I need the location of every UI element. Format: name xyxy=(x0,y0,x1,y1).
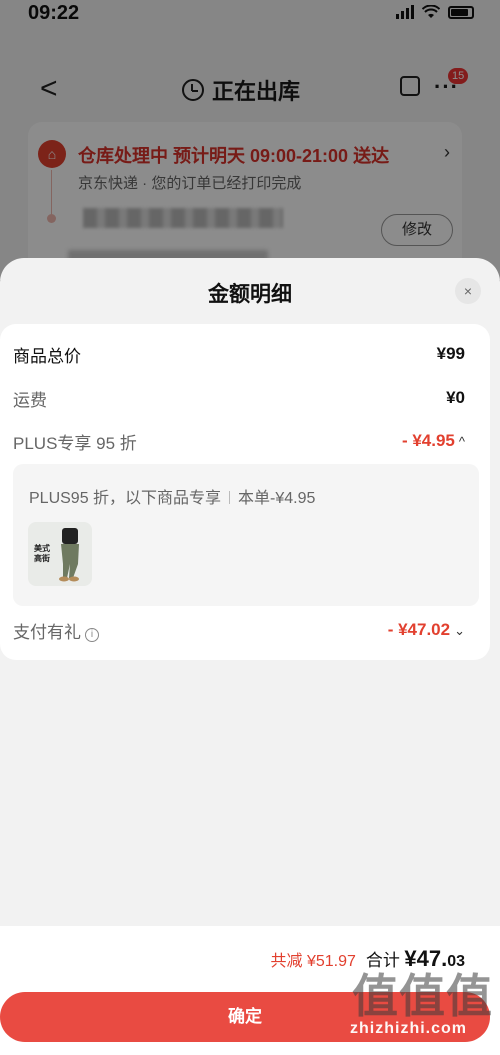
goods-total-row: 商品总价 ¥99 xyxy=(13,340,465,368)
chevron-up-icon: ^ xyxy=(458,434,465,449)
modal-overlay[interactable] xyxy=(0,0,500,280)
detail-card: 商品总价 ¥99 运费 ¥0 PLUS专享 95 折 - ¥4.95 ^ PLUS… xyxy=(0,324,490,660)
close-icon[interactable]: × xyxy=(455,278,481,304)
info-icon[interactable]: i xyxy=(85,627,99,642)
product-thumbnail[interactable]: 美式 高街 xyxy=(28,522,92,586)
pay-gift-label: 支付有礼 xyxy=(13,622,81,642)
plus-description: PLUS95 折，以下商品专享 本单-¥4.95 xyxy=(29,484,315,508)
product-image xyxy=(59,528,79,582)
sheet-title: 金额明细 xyxy=(208,283,292,306)
shipping-value: ¥0 xyxy=(446,388,465,407)
total-saved: 共减 ¥51.97 xyxy=(270,953,356,970)
shipping-row: 运费 ¥0 xyxy=(13,384,465,412)
sheet-footer: 共减 ¥51.97 合计 ¥47.03 确定 值值值 zhizhizhi.com xyxy=(0,926,500,1055)
plus-detail-box: PLUS95 折，以下商品专享 本单-¥4.95 美式 高街 xyxy=(13,464,479,606)
watermark-url: zhizhizhi.com xyxy=(350,1020,467,1037)
plus-discount-label: PLUS专享 95 折 xyxy=(13,433,137,453)
plus-description-text: PLUS95 折，以下商品专享 xyxy=(29,490,222,507)
pay-gift-value-wrap: - ¥47.02 ⌄ xyxy=(388,620,465,640)
divider xyxy=(229,491,231,504)
plus-discount-value: - ¥4.95 xyxy=(401,431,455,450)
goods-total-value: ¥99 xyxy=(436,344,465,363)
plus-single-discount: 本单-¥4.95 xyxy=(238,490,316,507)
plus-discount-value-wrap: - ¥4.95 ^ xyxy=(402,431,465,451)
pay-gift-value: - ¥47.02 xyxy=(387,620,451,639)
amount-detail-sheet: 金额明细 × 商品总价 ¥99 运费 ¥0 PLUS专享 95 折 - ¥4.9… xyxy=(0,258,500,1055)
watermark: 值值值 xyxy=(352,970,493,1022)
goods-total-label: 商品总价 xyxy=(13,346,81,366)
shipping-label: 运费 xyxy=(13,390,47,410)
thumbnail-caption: 美式 高街 xyxy=(34,544,50,563)
chevron-down-icon: ⌄ xyxy=(454,623,465,638)
plus-discount-row[interactable]: PLUS专享 95 折 - ¥4.95 ^ xyxy=(13,427,465,455)
pay-gift-label-wrap: 支付有礼 i xyxy=(13,618,99,643)
pay-gift-row[interactable]: 支付有礼 i - ¥47.02 ⌄ xyxy=(13,616,465,644)
